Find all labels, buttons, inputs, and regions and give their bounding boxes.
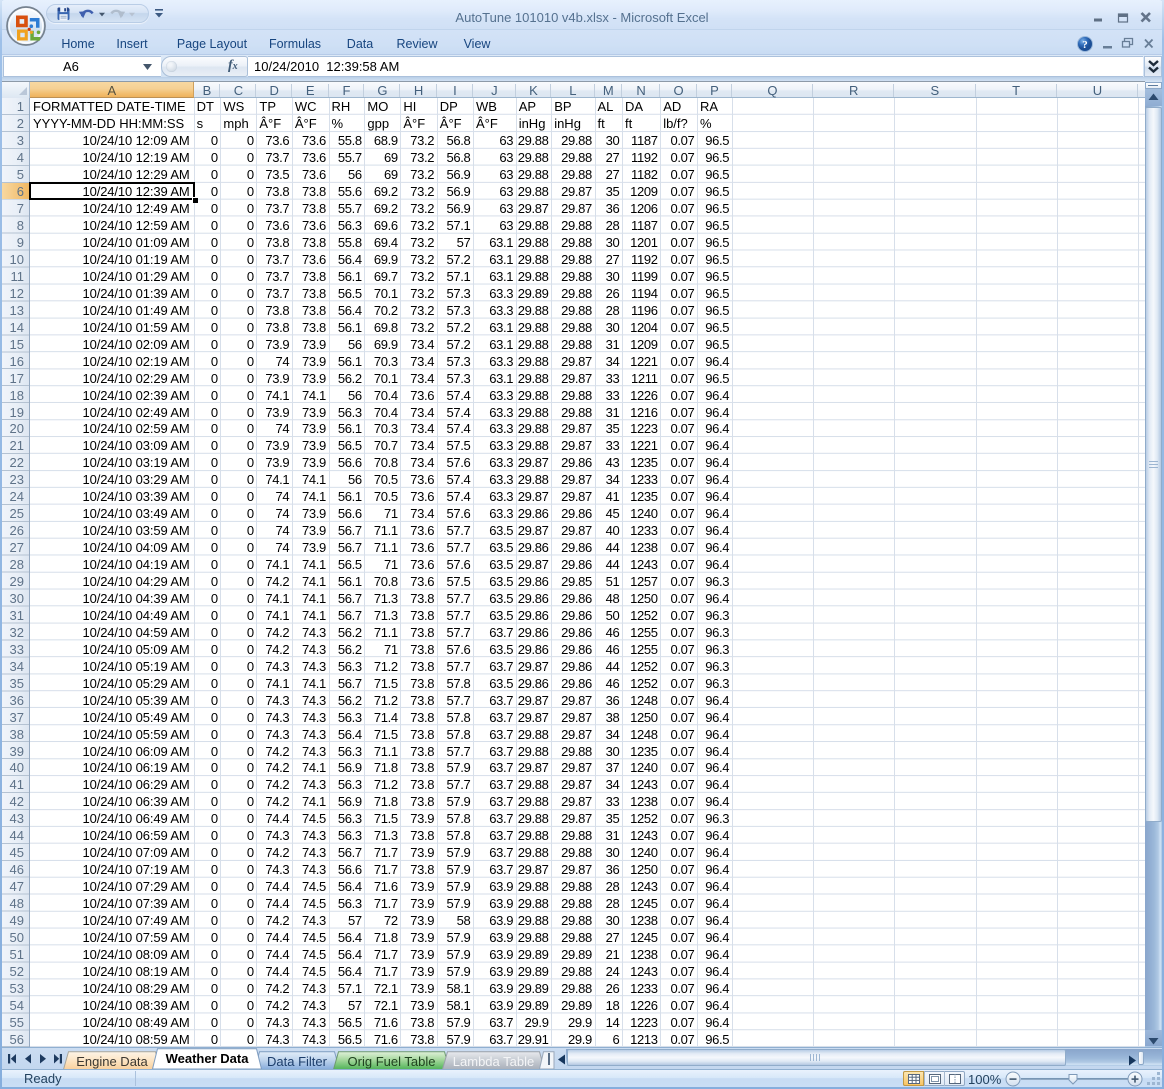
svg-text:?: ? bbox=[1082, 39, 1088, 51]
